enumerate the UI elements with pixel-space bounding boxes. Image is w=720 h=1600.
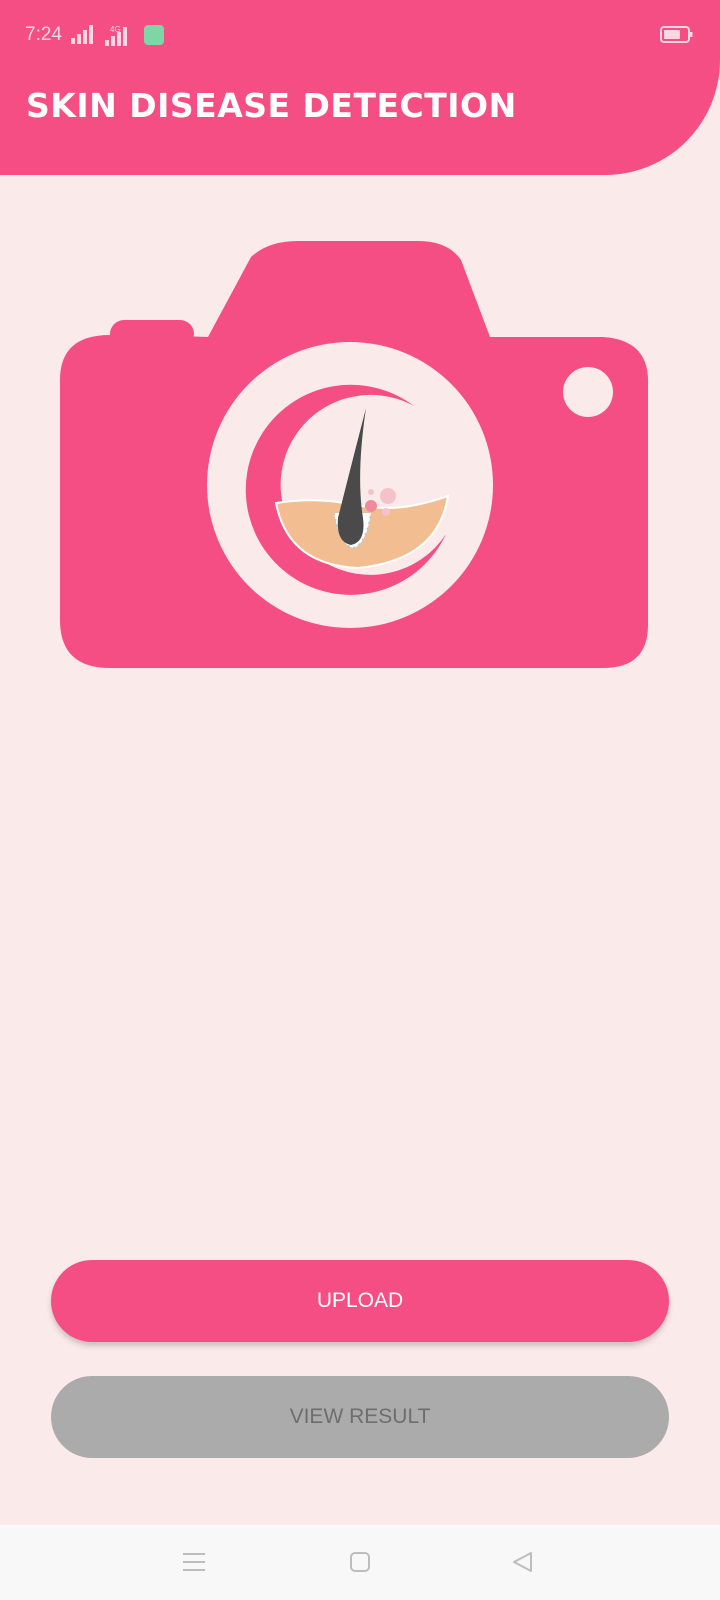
camera-skin-logo-icon[interactable] (58, 240, 662, 685)
signal-4g-icon: 4G (105, 25, 127, 46)
view-result-button[interactable]: VIEW RESULT (51, 1376, 669, 1458)
system-navigation-bar (0, 1525, 720, 1600)
battery-icon (660, 26, 693, 43)
signal-icon (71, 25, 93, 44)
status-time: 7:24 (25, 24, 62, 45)
app-header: 7:24 4G SKIN DISEASE DETECTION (0, 0, 720, 175)
status-bar: 7:24 4G (0, 0, 720, 72)
back-icon[interactable] (511, 1551, 533, 1573)
app-notification-icon (144, 25, 164, 45)
recent-apps-icon[interactable] (183, 1551, 205, 1573)
upload-button[interactable]: UPLOAD (51, 1260, 669, 1342)
page-title: SKIN DISEASE DETECTION (26, 86, 517, 125)
home-icon[interactable] (349, 1551, 371, 1573)
